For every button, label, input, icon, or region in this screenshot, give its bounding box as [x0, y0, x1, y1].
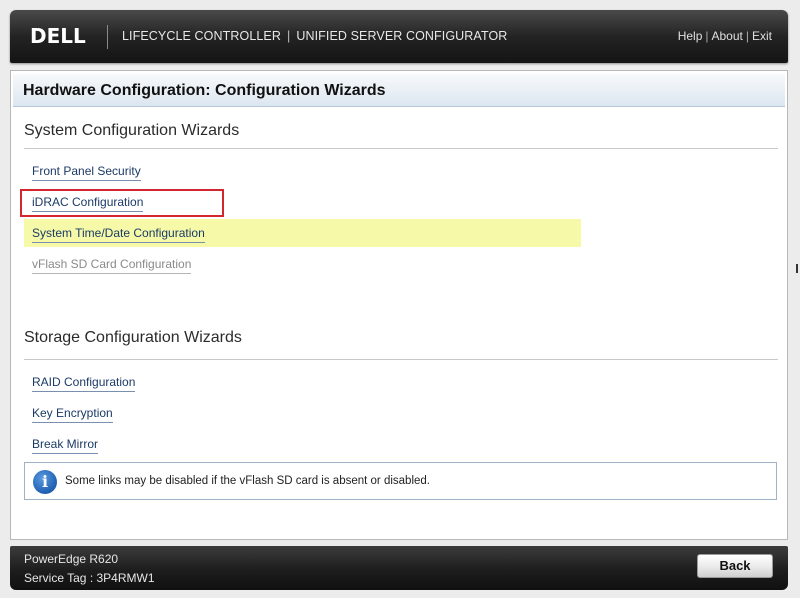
section-divider: [24, 359, 778, 360]
service-tag: Service Tag : 3P4RMW1: [24, 571, 155, 585]
break-mirror-link[interactable]: Break Mirror: [32, 437, 99, 454]
header-bar: DELL LIFECYCLE CONTROLLER | UNIFIED SERVER…: [10, 10, 788, 63]
link-separator: |: [705, 29, 709, 43]
header-divider: [107, 25, 108, 49]
help-link[interactable]: Help: [678, 29, 703, 43]
info-text: Some links may be disabled if the vFlash…: [65, 475, 430, 487]
front-panel-security-link[interactable]: Front Panel Security: [32, 164, 141, 181]
product-subtitle: UNIFIED SERVER CONFIGURATOR: [296, 29, 508, 43]
server-model: PowerEdge R620: [24, 552, 119, 566]
info-icon: i: [33, 470, 57, 494]
system-time-date-link[interactable]: System Time/Date Configuration: [32, 226, 205, 243]
top-links: Help | About | Exit: [678, 29, 772, 43]
product-name: LIFECYCLE CONTROLLER | UNIFIED SERVER CONF…: [122, 29, 507, 43]
product-title: LIFECYCLE CONTROLLER: [122, 29, 281, 43]
dell-logo: DELL: [30, 24, 86, 48]
exit-link[interactable]: Exit: [752, 29, 772, 43]
product-separator: |: [286, 29, 291, 43]
idrac-configuration-link[interactable]: iDRAC Configuration: [32, 195, 144, 212]
storage-section-title: Storage Configuration Wizards: [24, 329, 242, 346]
about-link[interactable]: About: [712, 29, 743, 43]
page-title: Hardware Configuration: Configuration Wi…: [23, 82, 386, 99]
system-section-title: System Configuration Wizards: [24, 122, 240, 139]
key-encryption-link[interactable]: Key Encryption: [32, 406, 113, 423]
info-message: i Some links may be disabled if the vFla…: [24, 462, 777, 500]
back-button[interactable]: Back: [697, 554, 773, 578]
section-divider: [24, 148, 778, 149]
edge-mark: [796, 264, 798, 273]
link-separator: |: [745, 29, 749, 43]
page-title-bar: Hardware Configuration: Configuration Wi…: [13, 74, 785, 107]
vflash-sd-card-link: vFlash SD Card Configuration: [32, 257, 192, 274]
footer-bar: PowerEdge R620 Service Tag : 3P4RMW1 Bac…: [10, 546, 788, 590]
raid-configuration-link[interactable]: RAID Configuration: [32, 375, 136, 392]
main-panel: Hardware Configuration: Configuration Wi…: [10, 70, 788, 540]
